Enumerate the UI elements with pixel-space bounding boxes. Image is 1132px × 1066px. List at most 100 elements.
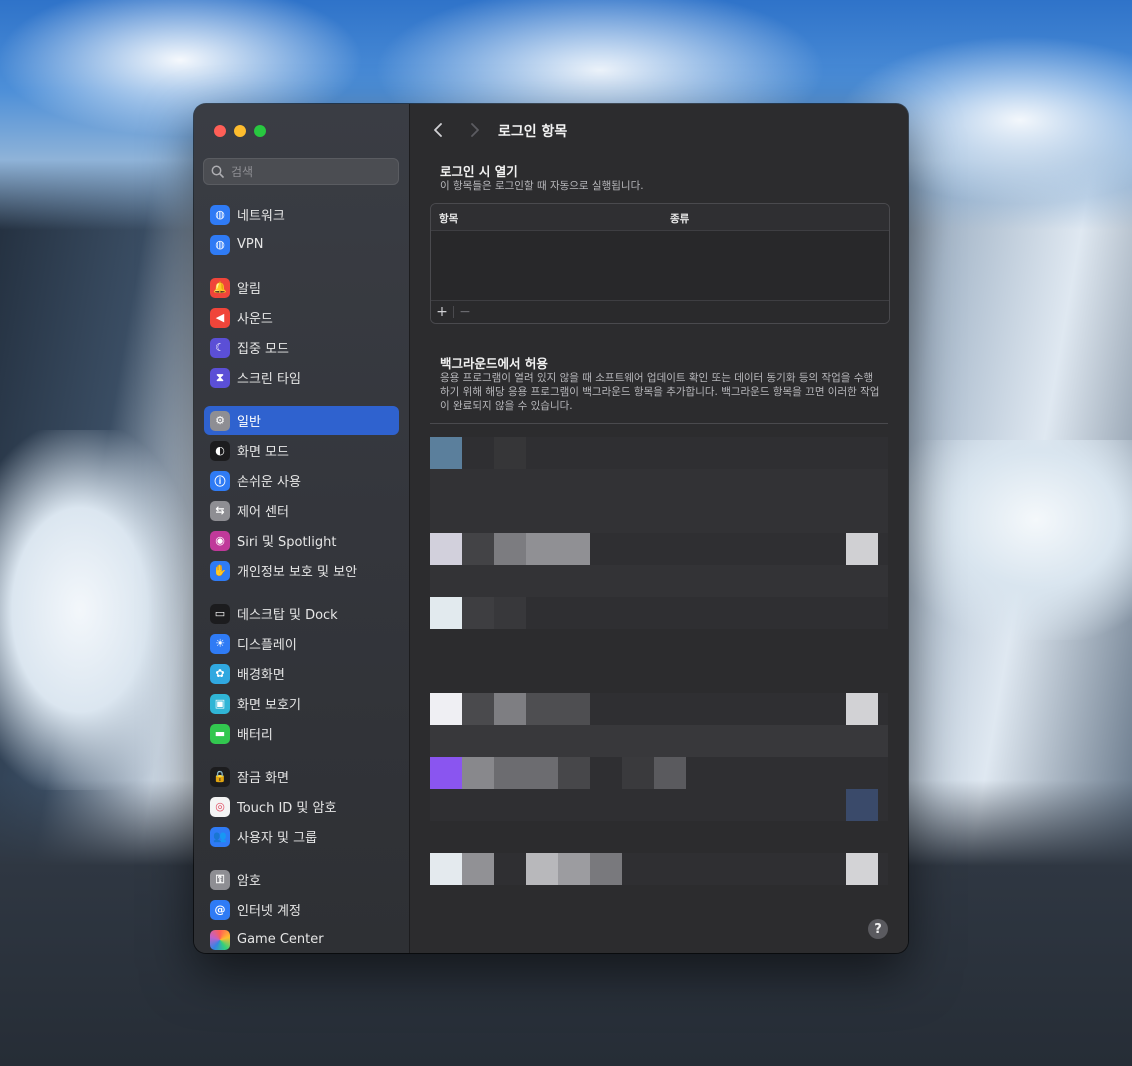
gear-icon: ⚙ [210,410,230,431]
sidebar-item[interactable]: ◍ VPN [204,230,399,259]
sidebar-item[interactable]: ☀ 디스플레이 [204,629,399,658]
sidebar-item[interactable]: ⧗ 스크린 타임 [204,363,399,392]
sidebar-item[interactable]: ⇆ 제어 센터 [204,496,399,525]
toggle-redacted[interactable] [846,853,878,885]
forward-chevron-icon[interactable] [465,121,483,139]
sidebar-item-label: 배경화면 [237,668,285,683]
list-item[interactable] [430,533,888,565]
sidebar-item-label: 개인정보 보호 및 보안 [237,565,358,580]
sidebar-item[interactable]: ◐ 화면 모드 [204,436,399,465]
background-section-title: 백그라운드에서 허용 [440,356,548,371]
sidebar-item-label: 디스플레이 [237,638,297,653]
sidebar-item[interactable]: ✿ 배경화면 [204,659,399,688]
sidebar-item[interactable]: @ 인터넷 계정 [204,895,399,924]
add-button[interactable]: + [431,301,453,323]
column-header-kind[interactable]: 종류 [670,211,689,226]
list-item[interactable] [430,757,888,789]
sidebar-item-label: 집중 모드 [237,342,289,357]
sidebar-item[interactable]: 👥 사용자 및 그룹 [204,822,399,851]
column-header-item[interactable]: 항목 [439,211,458,226]
redacted-text [590,853,622,885]
app-icon-redacted [430,757,462,789]
sidebar-item-label: 손쉬운 사용 [237,475,301,490]
sidebar-item-label: 화면 보호기 [237,698,301,713]
accessibility-icon: ⓘ [210,470,230,491]
list-item[interactable] [430,853,888,885]
redacted-text [494,437,526,469]
sidebar-item-label: 네트워크 [237,209,285,224]
page-title: 로그인 항목 [498,124,568,140]
list-item-spacer [430,821,888,853]
list-item[interactable] [430,693,888,725]
login-section-description: 이 항목들은 로그인할 때 자동으로 실행됩니다. [440,180,644,192]
sidebar-item-label: Touch ID 및 암호 [237,801,337,816]
help-button[interactable]: ? [868,919,888,939]
gamecenter-icon [210,929,230,950]
sidebar-item[interactable]: 🔔 알림 [204,273,399,302]
sidebar-item-label: Game Center [237,932,324,947]
sidebar-item[interactable]: Game Center [204,925,399,953]
app-icon-redacted [430,853,462,885]
sidebar-item-label: 알림 [237,282,261,297]
sidebar-item-label: 사운드 [237,312,273,327]
sidebar-item-label: 화면 모드 [237,445,289,460]
sidebar-item[interactable]: ⚙ 일반 [204,406,399,435]
sidebar-item-label: 일반 [237,415,261,430]
sidebar-item[interactable]: 🔒 잠금 화면 [204,762,399,791]
sidebar-item-label: 스크린 타임 [237,372,301,387]
back-chevron-icon[interactable] [430,121,448,139]
key-icon: ⚿ [210,869,230,890]
sidebar-item[interactable]: ⚿ 암호 [204,865,399,894]
list-item[interactable] [430,597,888,629]
sidebar-item[interactable]: ✋ 개인정보 보호 및 보안 [204,556,399,585]
dock-icon: ▭ [210,603,230,624]
redacted-text [494,693,526,725]
list-item-spacer [430,469,888,533]
battery-icon: ▬ [210,723,230,744]
login-items-table[interactable]: 항목 종류 + − [430,203,890,324]
redacted-text [526,853,558,885]
sun-icon: ☀ [210,633,230,654]
sidebar-item[interactable]: ▬ 배터리 [204,719,399,748]
sidebar-item[interactable]: ☾ 집중 모드 [204,333,399,362]
list-item[interactable] [430,789,888,821]
sidebar-item-label: 데스크탑 및 Dock [237,608,338,623]
users-icon: 👥 [210,826,230,847]
hand-icon: ✋ [210,560,230,581]
sidebar-item[interactable]: ◉ Siri 및 Spotlight [204,526,399,555]
redacted-text [622,757,654,789]
toggles-icon: ⇆ [210,500,230,521]
sidebar-item-label: 인터넷 계정 [237,904,301,919]
sidebar-item-label: 잠금 화면 [237,771,289,786]
toggle-redacted[interactable] [846,693,878,725]
sidebar-item[interactable]: ▭ 데스크탑 및 Dock [204,599,399,628]
minimize-button[interactable] [234,125,246,137]
toggle-redacted[interactable] [846,533,878,565]
background-section-description: 응용 프로그램이 열려 있지 않을 때 소프트웨어 업데이트 확인 또는 데이터… [440,372,880,412]
remove-button[interactable]: − [454,301,476,323]
sidebar-item-label: 제어 센터 [237,505,289,520]
redacted-text [462,853,494,885]
zoom-button[interactable] [254,125,266,137]
redacted-text [462,533,494,565]
sidebar-item[interactable]: ◍ 네트워크 [204,200,399,229]
toggle-redacted[interactable] [846,789,878,821]
globe-icon: ◍ [210,204,230,225]
redacted-text [526,693,590,725]
redacted-text [462,757,494,789]
list-item-spacer [430,629,888,693]
screensaver-icon: ▣ [210,693,230,714]
search-input[interactable] [229,163,383,180]
app-icon-redacted [430,437,462,469]
sidebar-item[interactable]: ◎ Touch ID 및 암호 [204,792,399,821]
sidebar-item-label: VPN [237,237,264,252]
sidebar-item[interactable]: ▣ 화면 보호기 [204,689,399,718]
sidebar-item-label: 배터리 [237,728,273,743]
sidebar-item[interactable]: ◀ 사운드 [204,303,399,332]
list-item[interactable] [430,437,888,469]
sidebar-item[interactable]: ⓘ 손쉬운 사용 [204,466,399,495]
login-section-title: 로그인 시 열기 [440,164,518,179]
close-button[interactable] [214,125,226,137]
search-field[interactable] [203,158,399,185]
list-item-spacer [430,725,888,757]
